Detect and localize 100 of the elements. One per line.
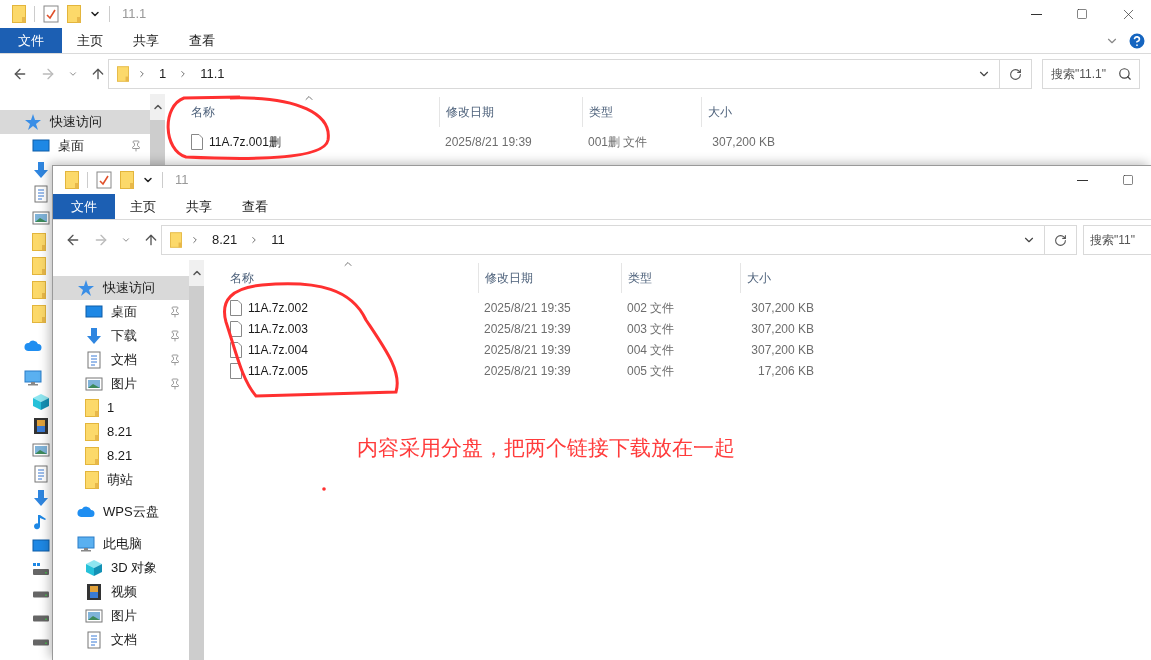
folder-icon — [32, 233, 46, 251]
picture-icon — [32, 441, 50, 459]
drive-icon — [32, 638, 50, 646]
ribbon-tab[interactable]: 共享 — [118, 28, 174, 53]
nav-label: WPS云盘 — [103, 503, 160, 522]
column-header[interactable]: 类型 — [621, 263, 740, 293]
cube-icon — [85, 559, 103, 577]
column-header[interactable]: 名称 — [185, 97, 439, 127]
selected-nav-item[interactable]: 快速访问 — [0, 110, 150, 134]
nav-item[interactable]: 此电脑 — [53, 532, 189, 556]
refresh-icon — [1054, 233, 1067, 247]
nav-item[interactable]: 图片 — [53, 604, 189, 628]
new-folder-icon — [120, 171, 134, 189]
search-field[interactable]: 搜索"11.1" — [1042, 59, 1140, 89]
file-type: 005 文件 — [626, 362, 676, 380]
down-arrow-icon — [32, 489, 50, 507]
file-type: 003 文件 — [626, 320, 676, 338]
nav-label: 3D 对象 — [111, 559, 159, 578]
back-icon[interactable] — [12, 66, 28, 82]
window-title: 11 — [175, 171, 189, 190]
ribbon-tab[interactable]: 查看 — [227, 194, 283, 219]
nav-item[interactable]: 萌站 — [53, 468, 189, 492]
search-icon[interactable] — [1118, 67, 1132, 81]
recent-dropdown-icon[interactable] — [121, 235, 131, 245]
file-size: 307,200 KB — [750, 320, 815, 338]
recent-dropdown-icon[interactable] — [68, 69, 78, 79]
file-type: 004 文件 — [626, 341, 676, 359]
folder-icon — [117, 66, 129, 82]
column-header[interactable]: 类型 — [582, 97, 701, 127]
ribbon-tab[interactable]: 主页 — [62, 28, 118, 53]
folder-icon — [32, 257, 46, 275]
help-icon[interactable] — [1127, 30, 1147, 51]
up-icon[interactable] — [90, 66, 106, 82]
file-icon — [230, 299, 242, 316]
search-field[interactable]: 搜索"11" — [1083, 225, 1151, 255]
nav-item[interactable]: 视频 — [53, 580, 189, 604]
file-date: 2025/8/21 19:39 — [444, 133, 533, 151]
file-date: 2025/8/21 19:39 — [483, 341, 572, 359]
column-header[interactable]: 大小 — [740, 263, 820, 293]
refresh-button[interactable] — [1045, 225, 1077, 255]
nav-item[interactable]: 文档 — [53, 628, 189, 652]
nav-item[interactable]: 桌面 — [0, 134, 150, 158]
breadcrumb-item[interactable]: 11 — [267, 230, 289, 250]
column-header[interactable]: 修改日期 — [478, 263, 621, 293]
properties-icon[interactable] — [96, 171, 112, 189]
selected-nav-item[interactable]: 快速访问 — [53, 276, 189, 300]
scrollbar[interactable] — [189, 260, 204, 660]
maximize-icon — [1122, 174, 1134, 186]
file-icon — [230, 341, 242, 358]
column-header[interactable]: 修改日期 — [439, 97, 582, 127]
back-icon[interactable] — [65, 232, 81, 248]
nav-item[interactable]: 文档 — [53, 348, 189, 372]
nav-label: 快速访问 — [50, 113, 103, 132]
nav-item[interactable]: 8.21 — [53, 420, 189, 444]
nav-label: 8.21 — [107, 423, 134, 442]
nav-item[interactable]: 8.21 — [53, 444, 189, 468]
new-folder-icon — [67, 5, 81, 23]
file-name[interactable]: 11A.7z.003 — [248, 319, 308, 338]
monitor-icon — [85, 303, 103, 321]
file-menu-button[interactable]: 文件 — [0, 28, 62, 53]
monitor-icon — [32, 137, 50, 155]
address-bar[interactable]: 1 11.1 — [108, 59, 1000, 89]
refresh-button[interactable] — [1000, 59, 1032, 89]
ribbon-tab[interactable]: 共享 — [171, 194, 227, 219]
drive-icon — [32, 590, 50, 598]
annotation-dot — [322, 487, 326, 491]
folder-icon — [170, 232, 182, 248]
picture-icon — [85, 607, 103, 625]
column-header[interactable]: 名称 — [224, 263, 478, 293]
file-date: 2025/8/21 19:35 — [483, 299, 572, 317]
nav-item[interactable]: 下载 — [53, 324, 189, 348]
ribbon-tab[interactable]: 查看 — [174, 28, 230, 53]
file-name[interactable]: 11A.7z.001删 — [209, 132, 281, 151]
ribbon-tab[interactable]: 主页 — [115, 194, 171, 219]
refresh-icon — [1009, 67, 1022, 81]
address-bar[interactable]: 8.21 11 — [161, 225, 1045, 255]
nav-label: 8.21 — [107, 447, 134, 466]
nav-item[interactable]: 3D 对象 — [53, 556, 189, 580]
nav-label: 下载 — [111, 327, 138, 346]
nav-item[interactable]: 1 — [53, 396, 189, 420]
folder-icon — [32, 305, 46, 323]
breadcrumb-item[interactable]: 11.1 — [196, 64, 229, 84]
file-size: 307,200 KB — [750, 299, 815, 317]
nav-label: 桌面 — [111, 303, 138, 322]
file-name[interactable]: 11A.7z.002 — [248, 298, 308, 317]
file-menu-button[interactable]: 文件 — [53, 194, 115, 219]
folder-icon — [85, 447, 99, 465]
up-icon[interactable] — [143, 232, 159, 248]
nav-item[interactable]: WPS云盘 — [53, 500, 189, 524]
computer-icon — [24, 369, 42, 387]
nav-item[interactable]: 图片 — [53, 372, 189, 396]
properties-icon[interactable] — [43, 5, 59, 23]
column-header[interactable]: 大小 — [701, 97, 781, 127]
file-name[interactable]: 11A.7z.005 — [248, 361, 308, 380]
breadcrumb-item[interactable]: 8.21 — [208, 230, 242, 250]
file-name[interactable]: 11A.7z.004 — [248, 340, 308, 359]
nav-label: 此电脑 — [103, 535, 143, 554]
folder-icon — [85, 471, 99, 489]
nav-item[interactable]: 桌面 — [53, 300, 189, 324]
breadcrumb-item[interactable]: 1 — [155, 64, 171, 84]
